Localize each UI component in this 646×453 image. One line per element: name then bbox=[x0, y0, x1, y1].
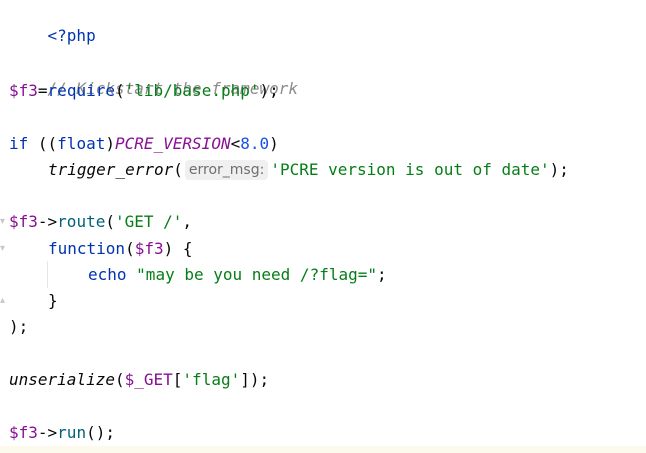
method-call: route bbox=[57, 212, 106, 231]
punctuation: } bbox=[48, 291, 58, 310]
code-line-9[interactable]: $f3->route('GET /', bbox=[9, 210, 192, 234]
code-line-13[interactable]: ); bbox=[9, 315, 28, 339]
code-line-11[interactable]: echo "may be you need /?flag="; bbox=[88, 263, 387, 287]
operator: -> bbox=[37, 423, 58, 442]
fold-marker-icon[interactable]: ▴ bbox=[0, 289, 6, 313]
keyword: function bbox=[48, 239, 126, 258]
operator: -> bbox=[37, 212, 58, 231]
current-line-highlight bbox=[0, 446, 646, 453]
string-literal: 'PCRE version is out of date' bbox=[270, 160, 550, 179]
superglobal: $_GET bbox=[124, 370, 173, 389]
fold-marker-icon[interactable]: ▾ bbox=[0, 210, 6, 234]
punctuation: ) { bbox=[163, 239, 193, 258]
operator: = bbox=[37, 81, 48, 100]
string-literal: 'lib/base.php' bbox=[124, 81, 260, 100]
code-line-15[interactable]: unserialize($_GET['flag']); bbox=[9, 368, 269, 392]
function-call: trigger_error bbox=[48, 160, 174, 179]
punctuation: (); bbox=[86, 423, 115, 442]
keyword: require bbox=[47, 81, 115, 100]
code-editor[interactable]: <?php // Kickstart the framework $f3=req… bbox=[0, 0, 646, 453]
punctuation: ; bbox=[377, 265, 387, 284]
code-line-4[interactable]: $f3=require('lib/base.php'); bbox=[9, 79, 279, 103]
punctuation: ); bbox=[259, 81, 279, 100]
punctuation: (( bbox=[28, 134, 58, 153]
code-line-12[interactable]: } bbox=[48, 289, 58, 313]
variable: $f3 bbox=[9, 423, 38, 442]
operator: < bbox=[230, 134, 241, 153]
number-literal: 8.0 bbox=[240, 134, 270, 153]
punctuation: ) bbox=[269, 134, 279, 153]
string-literal: 'flag' bbox=[182, 370, 241, 389]
keyword: float bbox=[57, 134, 106, 153]
punctuation: [ bbox=[172, 370, 183, 389]
punctuation: ) bbox=[105, 134, 115, 153]
parameter-hint: error_msg: bbox=[184, 160, 269, 180]
variable: $f3 bbox=[9, 81, 38, 100]
string-literal: 'GET /' bbox=[114, 212, 183, 231]
punctuation: ]); bbox=[240, 370, 270, 389]
php-open-tag: <?php bbox=[47, 26, 96, 45]
punctuation: ); bbox=[549, 160, 569, 179]
string-literal: "may be you need /?flag=" bbox=[136, 265, 377, 284]
punctuation: ( bbox=[173, 160, 183, 179]
parameter: $f3 bbox=[134, 239, 164, 258]
indent-guide bbox=[47, 261, 48, 288]
punctuation: ( bbox=[114, 370, 125, 389]
code-line-10[interactable]: function($f3) { bbox=[48, 237, 193, 261]
punctuation: ( bbox=[125, 239, 135, 258]
code-line-17[interactable]: $f3->run(); bbox=[9, 421, 115, 445]
punctuation: , bbox=[182, 212, 193, 231]
punctuation: ( bbox=[105, 212, 115, 231]
punctuation: ( bbox=[114, 81, 125, 100]
keyword: if bbox=[9, 134, 29, 153]
keyword: echo bbox=[88, 265, 127, 284]
code-line-3[interactable]: // Kickstart the framework bbox=[9, 53, 298, 98]
variable: $f3 bbox=[9, 212, 38, 231]
code-line-6[interactable]: if ((float)PCRE_VERSION<8.0) bbox=[9, 132, 279, 156]
code-line-1[interactable]: <?php bbox=[9, 0, 96, 45]
function-call: unserialize bbox=[9, 370, 115, 389]
code-line-7[interactable]: trigger_error(error_msg: 'PCRE version is… bbox=[48, 158, 569, 182]
punctuation: ); bbox=[9, 317, 29, 336]
constant: PCRE_VERSION bbox=[114, 134, 231, 153]
method-call: run bbox=[57, 423, 87, 442]
fold-marker-icon[interactable]: ▾ bbox=[0, 237, 6, 261]
